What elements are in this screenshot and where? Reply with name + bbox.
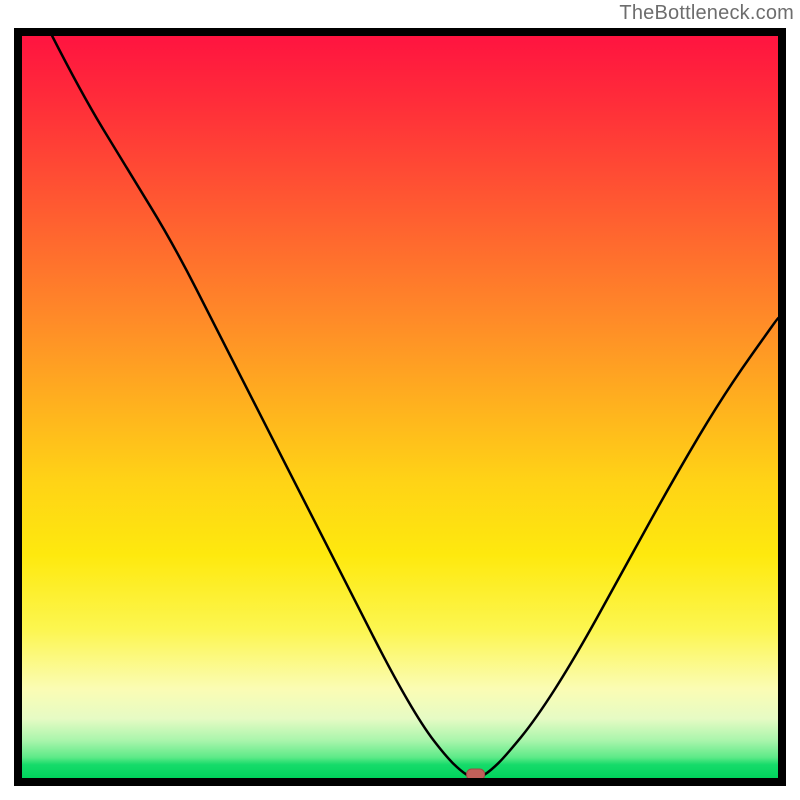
watermark-text: TheBottleneck.com <box>619 2 794 25</box>
optimum-marker <box>467 769 485 778</box>
plot-area <box>22 36 778 778</box>
curve-layer <box>22 36 778 778</box>
chart-container: TheBottleneck.com <box>0 0 800 800</box>
chart-frame <box>14 28 786 786</box>
bottleneck-curve <box>52 36 778 778</box>
